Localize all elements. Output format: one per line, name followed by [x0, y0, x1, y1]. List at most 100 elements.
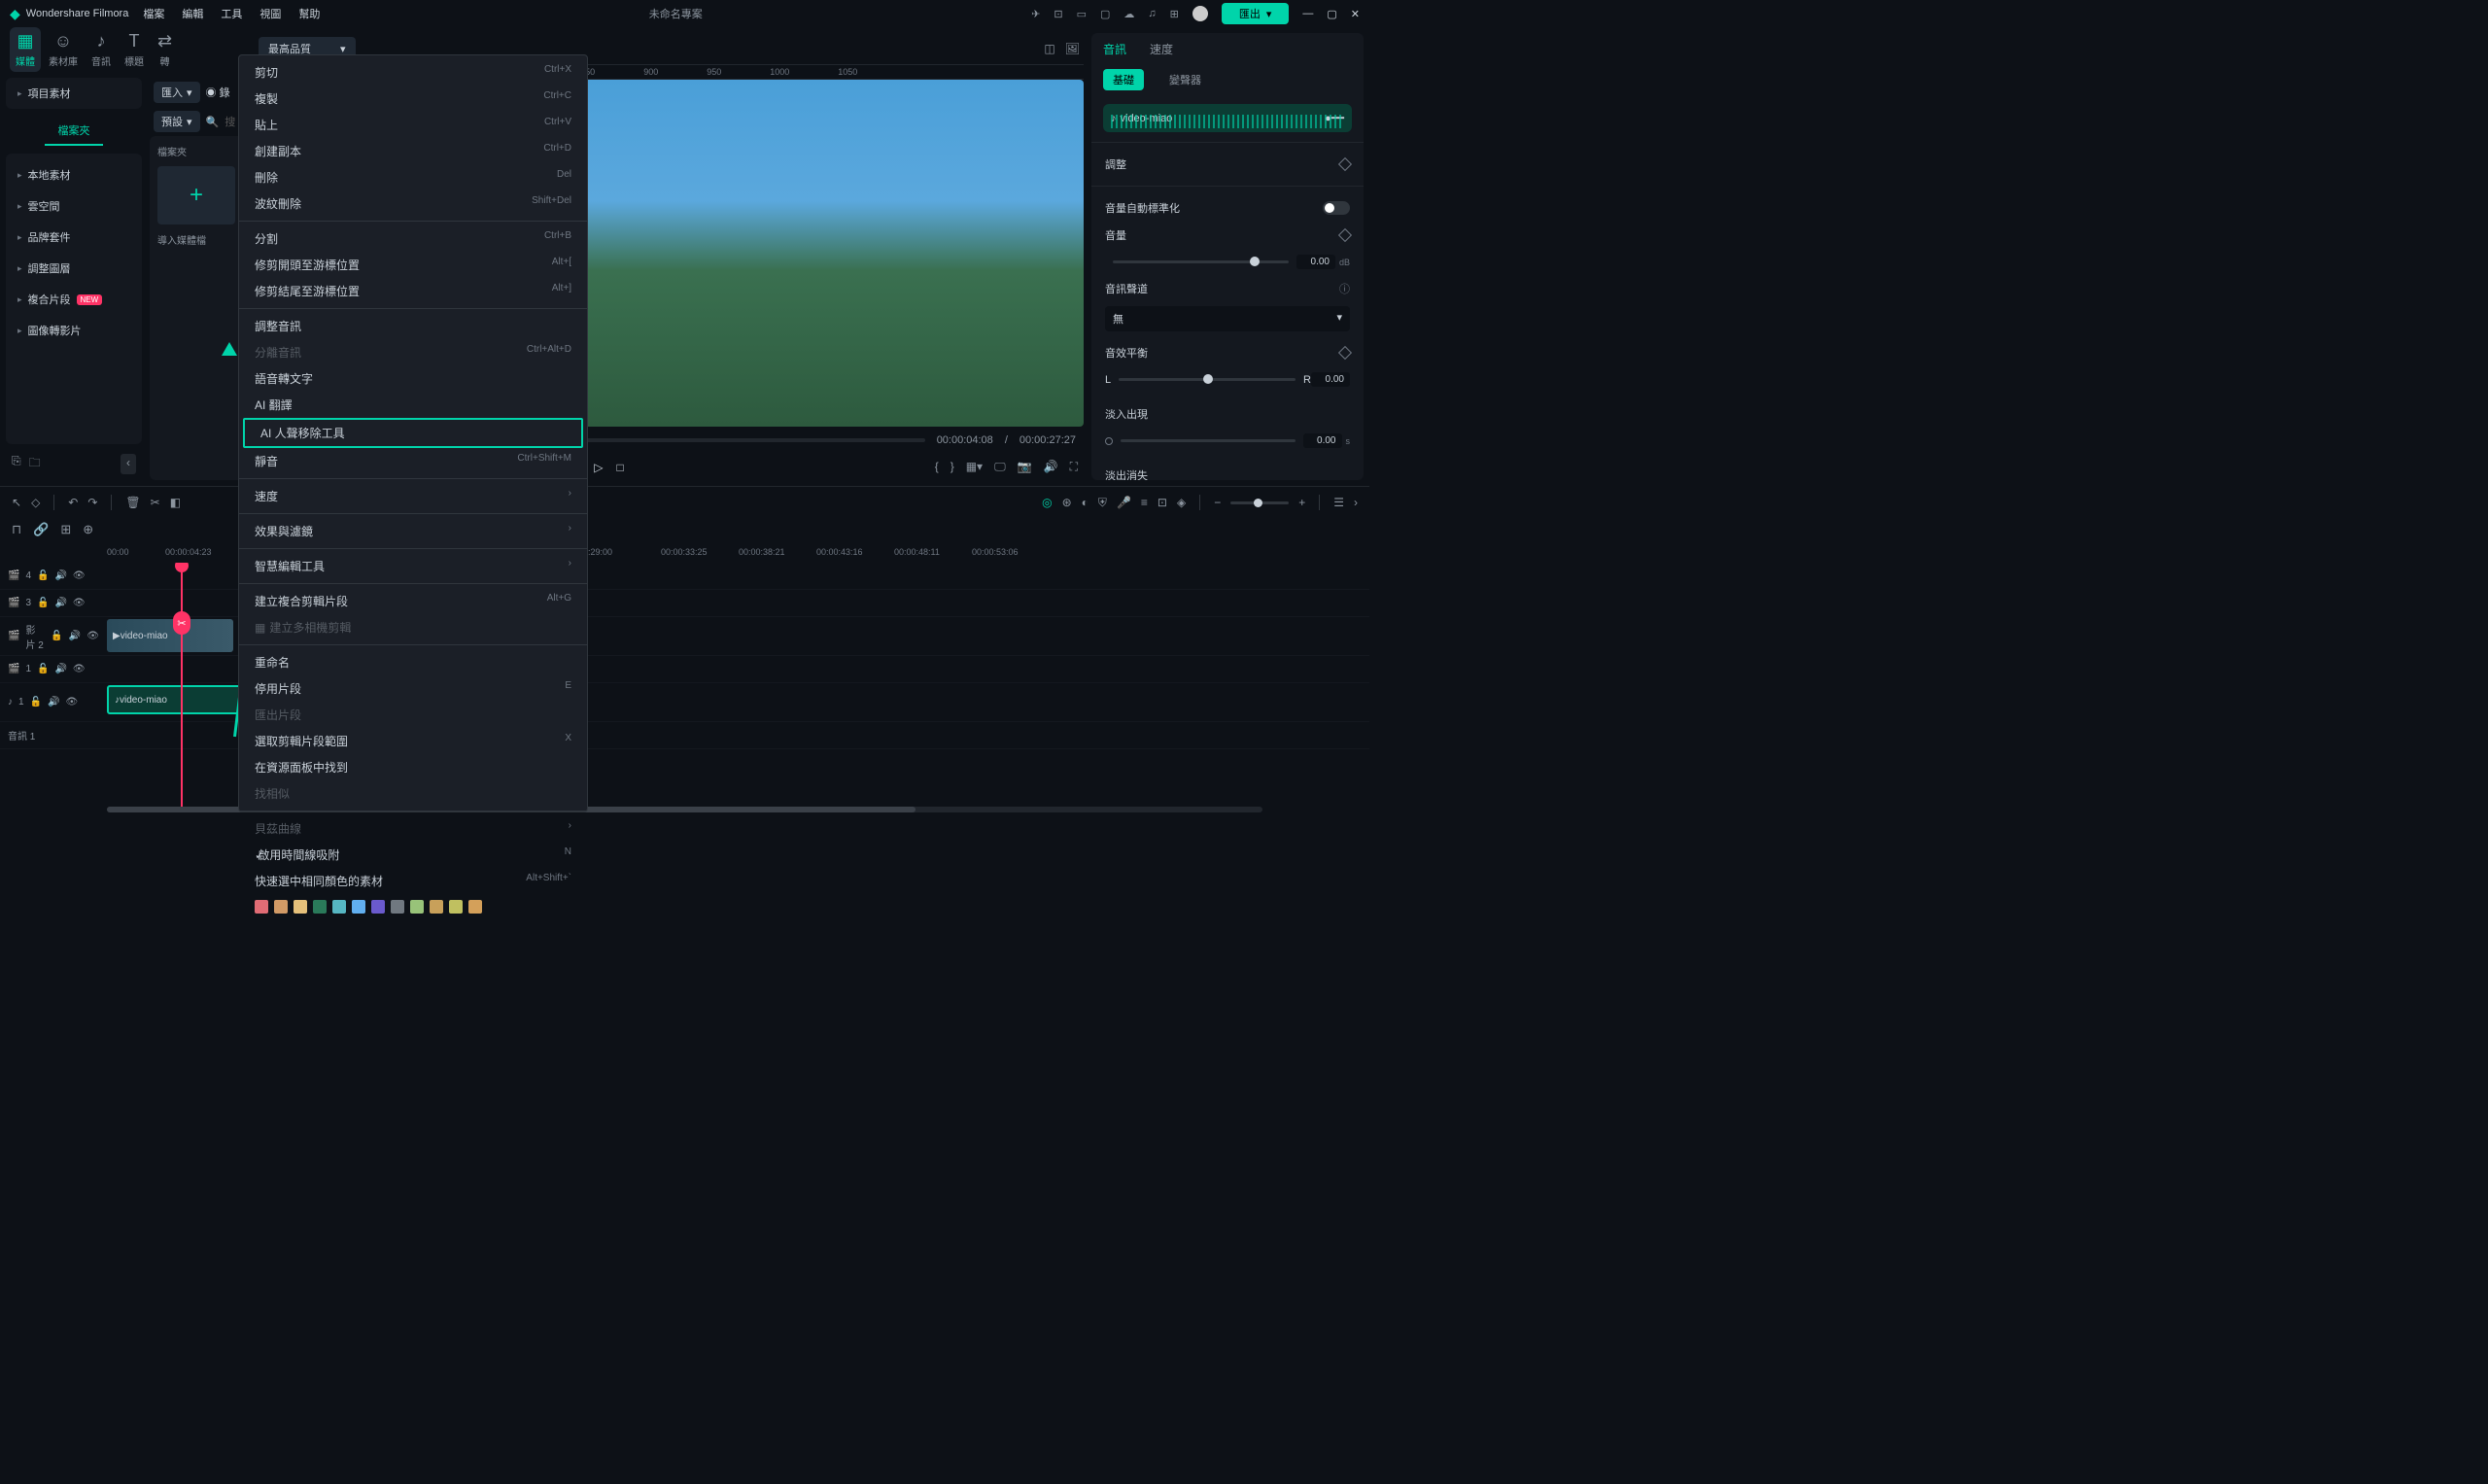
- group-icon[interactable]: ⊡: [1158, 496, 1167, 509]
- tablet-icon[interactable]: ▢: [1100, 8, 1110, 20]
- lock-icon[interactable]: 🔓: [37, 598, 49, 608]
- redo-icon[interactable]: ↷: [87, 496, 97, 509]
- visibility-icon[interactable]: 👁: [65, 697, 78, 707]
- color-swatch[interactable]: [352, 900, 365, 914]
- ctx-item[interactable]: 剪切Ctrl+X: [239, 59, 587, 86]
- timeline-ruler[interactable]: 00:00 00:00:04:23 00:00:14:09 00:00:19:0…: [0, 541, 1369, 563]
- ctx-item[interactable]: AI 人聲移除工具: [243, 418, 583, 448]
- color-swatch[interactable]: [313, 900, 327, 914]
- volume-value[interactable]: 0.00: [1296, 255, 1335, 269]
- ctx-item[interactable]: 修剪結尾至游標位置Alt+]: [239, 278, 587, 304]
- mask-icon[interactable]: ◐: [1082, 496, 1088, 509]
- tab-titles[interactable]: T標題: [119, 27, 150, 72]
- export-button[interactable]: 匯出▾: [1222, 3, 1290, 24]
- ctx-item[interactable]: 停用片段E: [239, 675, 587, 702]
- tab-transitions[interactable]: ⇄轉: [152, 27, 178, 72]
- ctx-item[interactable]: 複製Ctrl+C: [239, 86, 587, 112]
- color-swatch[interactable]: [430, 900, 443, 914]
- menu-help[interactable]: 幫助: [298, 6, 320, 21]
- ctx-item[interactable]: 建立複合剪輯片段Alt+G: [239, 588, 587, 614]
- folder-out-icon[interactable]: ⎘: [12, 454, 21, 474]
- snapshot-icon[interactable]: 📷: [1018, 460, 1032, 474]
- zoom-slider[interactable]: [1230, 501, 1289, 504]
- ctx-item[interactable]: 修剪開頭至游標位置Alt+[: [239, 252, 587, 278]
- ctx-item[interactable]: 波紋刪除Shift+Del: [239, 190, 587, 217]
- ctx-item[interactable]: 智慧編輯工具›: [239, 553, 587, 579]
- pointer-tool-icon[interactable]: ↖: [12, 496, 21, 509]
- folder-icon[interactable]: 🗀: [29, 454, 41, 474]
- track-v4[interactable]: 🎬4🔓🔊👁: [0, 563, 1369, 590]
- rp-subtab-basic[interactable]: 基礎: [1103, 69, 1144, 90]
- balance-keyframe[interactable]: [1338, 346, 1352, 360]
- color-swatch[interactable]: [468, 900, 482, 914]
- track-v3[interactable]: 🎬3🔓🔊👁: [0, 590, 1369, 617]
- expand-icon[interactable]: ›: [1354, 496, 1358, 509]
- menu-tools[interactable]: 工具: [221, 6, 242, 21]
- rp-subtab-voicechanger[interactable]: 變聲器: [1159, 69, 1211, 90]
- visibility-icon[interactable]: 👁: [73, 598, 86, 608]
- mute-icon[interactable]: 🔊: [69, 631, 81, 641]
- record-button[interactable]: ◉ 錄: [206, 85, 230, 100]
- color-swatch[interactable]: [255, 900, 268, 914]
- ctx-item[interactable]: 語音轉文字: [239, 365, 587, 392]
- playhead[interactable]: [181, 563, 183, 807]
- fadein-slider[interactable]: [1121, 439, 1296, 442]
- color-swatch[interactable]: [294, 900, 307, 914]
- info-icon[interactable]: ⓘ: [1339, 281, 1350, 296]
- zoom-in-icon[interactable]: +: [1298, 496, 1305, 509]
- send-icon[interactable]: ✈: [1031, 8, 1040, 20]
- ctx-item[interactable]: AI 翻譯: [239, 392, 587, 418]
- stop-button[interactable]: □: [616, 461, 623, 474]
- device-icon[interactable]: ⊡: [1054, 8, 1062, 20]
- menu-edit[interactable]: 編輯: [182, 6, 203, 21]
- maximize-button[interactable]: ▢: [1327, 8, 1336, 20]
- track-a1[interactable]: ♪1🔓🔊👁♪video-miao: [0, 683, 1369, 722]
- balance-slider[interactable]: [1119, 378, 1296, 381]
- ratio-icon[interactable]: ▦▾: [966, 460, 983, 474]
- mark-in-icon[interactable]: {: [935, 460, 939, 474]
- ctx-item[interactable]: 創建副本Ctrl+D: [239, 138, 587, 164]
- zoom-out-icon[interactable]: −: [1214, 496, 1221, 509]
- lock-icon[interactable]: 🔓: [37, 664, 49, 674]
- monitor-icon[interactable]: ▭: [1077, 8, 1087, 20]
- list-icon[interactable]: ☰: [1333, 496, 1344, 509]
- magnet-icon[interactable]: ⊓: [12, 522, 21, 537]
- sync-icon[interactable]: ⊞: [60, 522, 71, 537]
- delete-icon[interactable]: 🗑: [125, 496, 140, 509]
- mute-icon[interactable]: 🔊: [54, 570, 66, 581]
- fadein-point[interactable]: [1105, 437, 1113, 445]
- visibility-icon[interactable]: 👁: [73, 664, 86, 674]
- color-swatch[interactable]: [371, 900, 385, 914]
- color-swatch[interactable]: [332, 900, 346, 914]
- visibility-icon[interactable]: 👁: [73, 570, 86, 581]
- undo-icon[interactable]: ↶: [68, 496, 78, 509]
- track-v2[interactable]: 🎬影片 2🔓🔊👁▶video-miao: [0, 617, 1369, 656]
- play-button[interactable]: ▷: [594, 461, 603, 474]
- preset-dropdown[interactable]: 預設▾: [154, 111, 200, 132]
- tab-audio[interactable]: ♪音訊: [86, 27, 117, 72]
- volume-keyframe[interactable]: [1338, 228, 1352, 242]
- display-icon[interactable]: 🖵: [994, 460, 1006, 474]
- ctx-item[interactable]: 快速選中相同顏色的素材Alt+Shift+`: [239, 868, 587, 894]
- balance-value[interactable]: 0.00: [1311, 372, 1350, 387]
- lock-icon[interactable]: 🔓: [30, 697, 42, 707]
- mute-icon[interactable]: 🔊: [54, 598, 66, 608]
- color-swatch[interactable]: [449, 900, 463, 914]
- search-input[interactable]: 搜: [225, 114, 235, 129]
- shield-icon[interactable]: ⛨: [1098, 496, 1107, 510]
- mark-out-icon[interactable]: }: [950, 460, 954, 474]
- tab-media[interactable]: ▦媒體: [10, 27, 41, 72]
- effect-icon[interactable]: ⊛: [1062, 496, 1072, 509]
- ctx-item[interactable]: 刪除Del: [239, 164, 587, 190]
- clip-waveform[interactable]: ♪video-miao●━━: [1103, 104, 1352, 132]
- ctx-item[interactable]: 重命名: [239, 649, 587, 675]
- headphone-icon[interactable]: ♫: [1148, 8, 1156, 19]
- marker-icon[interactable]: ◈: [1177, 496, 1186, 509]
- volume-slider[interactable]: [1113, 260, 1289, 263]
- mute-icon[interactable]: 🔊: [54, 664, 66, 674]
- rp-tab-audio[interactable]: 音訊: [1103, 41, 1126, 57]
- color-swatch[interactable]: [410, 900, 424, 914]
- volume-icon[interactable]: 🔊: [1044, 460, 1058, 474]
- link-icon[interactable]: 🔗: [33, 522, 49, 537]
- mixer-icon[interactable]: ≡: [1141, 496, 1148, 509]
